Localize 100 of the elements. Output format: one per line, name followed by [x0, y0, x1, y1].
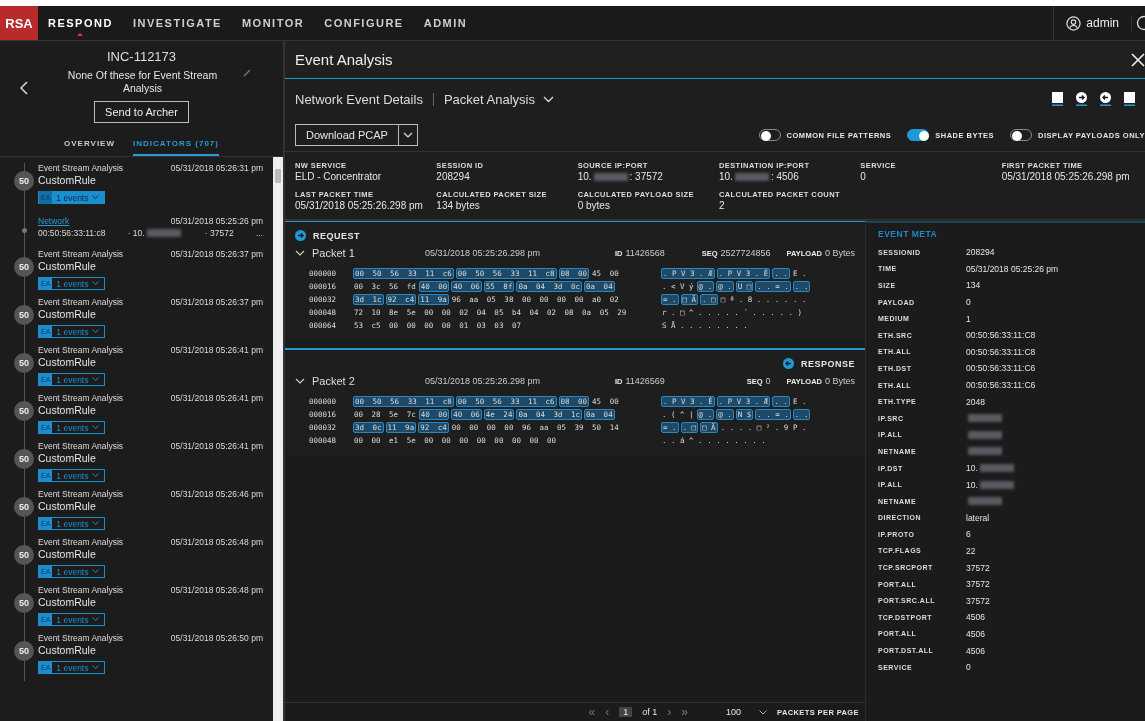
chevron-down-icon: [92, 195, 100, 200]
meta-value: 37572: [966, 595, 990, 606]
breadcrumb-link[interactable]: Network Event Details: [295, 91, 423, 107]
field-value: 10.: [577, 171, 592, 182]
scrollbar[interactable]: [273, 157, 283, 721]
chevron-down-icon: [92, 329, 100, 334]
indicator-name: CustomRule: [38, 452, 97, 464]
indicator-source: Event Stream Analysis: [38, 585, 124, 595]
chevron-down-icon: [92, 425, 100, 430]
edit-pencil-icon[interactable]: [242, 69, 251, 77]
score-circle: 50: [14, 353, 34, 373]
indicator-source: Event Stream Analysis: [38, 163, 124, 173]
chevron-down-icon: [92, 665, 100, 670]
previous-page-button[interactable]: ‹: [605, 705, 610, 719]
packet-time: 05/31/2018 05:25:26.298 pm: [425, 248, 542, 258]
indicator-time: 05/31/2018 05:26:41 pm: [170, 441, 263, 451]
incident-tab[interactable]: OVERVIEW: [64, 133, 115, 156]
square-icon[interactable]: [1124, 92, 1135, 106]
send-to-archer-button[interactable]: Send to Archer: [94, 101, 189, 123]
indicator-name: CustomRule: [38, 404, 97, 416]
meta-value: lateral: [966, 512, 990, 523]
more-ellipsis[interactable]: ...: [255, 228, 263, 238]
incident-tab[interactable]: INDICATORS (707): [133, 133, 219, 156]
meta-value: 00:50:56:33:11:C8: [966, 346, 1036, 357]
indicator-time: 05/31/2018 05:26:37 pm: [170, 249, 263, 259]
indicator-name: CustomRule: [38, 596, 97, 608]
score-circle: 50: [14, 257, 34, 277]
back-chevron-icon[interactable]: [20, 81, 28, 95]
logo[interactable]: RSA: [0, 6, 38, 40]
packet-id: 11426569: [625, 376, 665, 386]
meta-title: EVENT META: [878, 229, 939, 239]
nav-tab[interactable]: ADMIN: [413, 6, 478, 40]
indicator-time: 05/31/2018 05:26:31 pm: [170, 163, 263, 173]
chevron-down-icon: [295, 248, 305, 258]
packet-time: 05/31/2018 05:25:26.298 pm: [425, 376, 542, 386]
packet-toggle[interactable]: Packet 1: [295, 247, 425, 259]
view-dropdown[interactable]: Packet Analysis: [443, 91, 554, 107]
indicator-time: 05/31/2018 05:26:48 pm: [170, 585, 263, 595]
meta-value: 4506: [966, 645, 985, 656]
meta-value: 10.: [966, 479, 978, 490]
field-value: 0: [860, 171, 867, 182]
first-page-button[interactable]: «: [588, 705, 596, 719]
meta-value: 4506: [966, 612, 985, 623]
mac-address: 00:50:56:33:11:c8: [38, 228, 106, 238]
meta-value: 37572: [966, 562, 990, 573]
field-value: : 37572: [629, 171, 663, 182]
field-value: : 4506: [770, 171, 799, 182]
packet-toggle[interactable]: Packet 2: [295, 375, 425, 387]
nav-tab[interactable]: CONFIGURE: [314, 6, 414, 40]
chevron-down-icon: [402, 132, 413, 138]
toggle-switch[interactable]: [758, 129, 781, 141]
nav-tab[interactable]: INVESTIGATE: [122, 6, 232, 40]
nav-tab[interactable]: MONITOR: [231, 6, 315, 40]
toggle-switch[interactable]: [907, 129, 930, 141]
close-icon[interactable]: [1131, 52, 1145, 67]
last-page-button[interactable]: »: [681, 705, 688, 719]
meta-value: 00:50:56:33:11:C8: [966, 330, 1036, 341]
meta-value: 05/31/2018 05:25:26 pm: [966, 263, 1059, 274]
sequence-number: 2527724856: [720, 248, 771, 258]
field-value: 134 bytes: [436, 200, 481, 211]
next-page-button[interactable]: ›: [667, 705, 672, 719]
event-type-link[interactable]: Network: [38, 216, 70, 226]
page-count: of 1: [642, 707, 658, 717]
indicator-name: CustomRule: [38, 260, 97, 272]
ip-address: · 10.: [127, 228, 145, 238]
indicator-source: Event Stream Analysis: [38, 297, 124, 307]
nav-tab[interactable]: RESPOND: [38, 6, 123, 40]
meta-value: 37572: [966, 579, 990, 590]
indicator-source: Event Stream Analysis: [38, 489, 124, 499]
panel-icon[interactable]: [1052, 92, 1063, 106]
indicator-source: Event Stream Analysis: [38, 249, 124, 259]
meta-value: 6: [966, 529, 971, 540]
indicator-name: CustomRule: [38, 644, 97, 656]
toggle-switch[interactable]: [1010, 129, 1033, 141]
download-pcap-button[interactable]: Download PCAP: [295, 124, 418, 146]
page-number-field[interactable]: 1: [619, 707, 633, 717]
chevron-down-icon: [92, 473, 100, 478]
indicator-source: Event Stream Analysis: [38, 345, 124, 355]
field-value: 208294: [436, 171, 471, 182]
field-value: ELD - Concentrator: [295, 171, 383, 182]
per-page-dropdown[interactable]: 100: [726, 707, 768, 717]
meta-value: 1: [966, 313, 971, 324]
chevron-down-icon: [92, 377, 100, 382]
field-value: 10.: [719, 171, 733, 182]
meta-value: 0: [966, 297, 971, 308]
user-icon: [1066, 15, 1082, 31]
meta-value: 0: [966, 662, 971, 673]
direction-label: REQUEST: [313, 230, 360, 241]
incident-id: INC-112173: [106, 49, 177, 64]
incident-title: None Of these for Event Stream Analysis: [66, 69, 219, 95]
indicator-name: CustomRule: [38, 174, 97, 186]
chevron-down-icon: [542, 95, 554, 103]
meta-value: 22: [966, 546, 976, 556]
payload-size: 0 Bytes: [825, 248, 855, 258]
score-circle: 50: [14, 545, 34, 565]
field-value: 05/31/2018 05:25:26.298 pm: [1001, 171, 1131, 182]
indicator-time: 05/31/2018 05:26:48 pm: [170, 537, 263, 547]
meta-value: 4506: [966, 628, 985, 639]
user-menu[interactable]: admin: [1053, 6, 1131, 40]
event-time: 05/31/2018 05:25:26 pm: [170, 216, 263, 226]
